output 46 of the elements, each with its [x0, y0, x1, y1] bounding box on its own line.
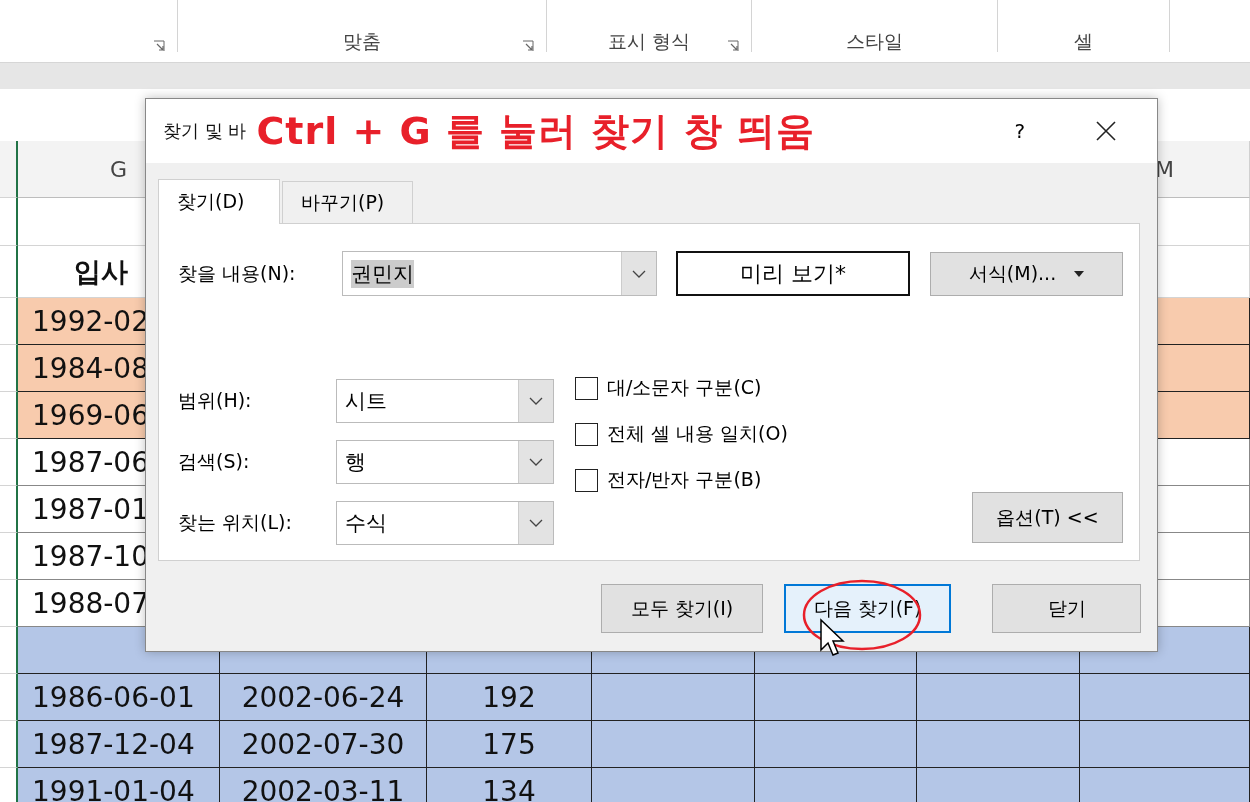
cursor-icon	[819, 618, 845, 658]
close-icon[interactable]	[1095, 120, 1117, 142]
checkbox[interactable]	[575, 468, 598, 492]
chevron-down-icon[interactable]	[632, 269, 646, 278]
chevron-down-icon[interactable]	[529, 397, 543, 405]
caret-icon	[1074, 270, 1085, 277]
checkbox-label: 전체 셀 내용 일치(O)	[607, 421, 788, 446]
dialog-launcher-icon[interactable]	[727, 40, 739, 52]
options-button[interactable]: 옵션(T) <<	[972, 492, 1123, 543]
format-button[interactable]: 서식(M)...	[930, 251, 1123, 296]
table-cell: 175	[427, 721, 592, 768]
table-cell: 2002-07-30	[220, 721, 427, 768]
chevron-down-icon[interactable]	[529, 519, 543, 527]
checkbox[interactable]	[575, 376, 598, 400]
annotation-caption: Ctrl + G 를 눌러 찾기 창 띄움	[256, 107, 815, 155]
dialog-button[interactable]: 닫기	[992, 584, 1141, 633]
table-cell: 1987-12-04	[18, 721, 220, 768]
checkbox[interactable]	[575, 422, 598, 446]
table-cell: 2002-06-24	[220, 674, 427, 721]
table-cell: 192	[427, 674, 592, 721]
group-label: 맞춤	[343, 30, 381, 52]
dialog-button[interactable]: 모두 찾기(I)	[601, 584, 763, 633]
search-field[interactable]: 권민지	[342, 251, 657, 296]
window-title: 찾기 및 바	[163, 119, 247, 143]
table-cell: 1991-01-04	[18, 768, 220, 802]
checkbox-label: 대/소문자 구분(C)	[607, 375, 762, 400]
dropdown[interactable]: 시트	[336, 379, 554, 423]
dropdown[interactable]: 수식	[336, 501, 554, 545]
dialog-launcher-icon[interactable]	[522, 40, 534, 52]
table-cell: 2002-03-11	[220, 768, 427, 802]
tab[interactable]: 바꾸기(P)	[282, 181, 413, 223]
checkbox-label: 전자/반자 구분(B)	[607, 467, 762, 492]
tab[interactable]: 찾기(D)	[158, 179, 280, 224]
table-cell: 134	[427, 768, 592, 802]
format-preview: 미리 보기*	[676, 251, 910, 296]
row-header[interactable]	[0, 141, 18, 198]
row-header[interactable]	[0, 246, 18, 298]
table-cell: 1986-06-01	[18, 674, 220, 721]
dialog-launcher-icon[interactable]	[153, 40, 165, 52]
group-label: 스타일	[846, 30, 903, 52]
row-header[interactable]	[0, 198, 18, 246]
group-label: 표시 형식	[607, 30, 690, 52]
group-label: 셀	[1074, 30, 1093, 52]
dropdown[interactable]: 행	[336, 440, 554, 484]
help-button[interactable]: ?	[1014, 119, 1025, 143]
chevron-down-icon[interactable]	[529, 458, 543, 466]
